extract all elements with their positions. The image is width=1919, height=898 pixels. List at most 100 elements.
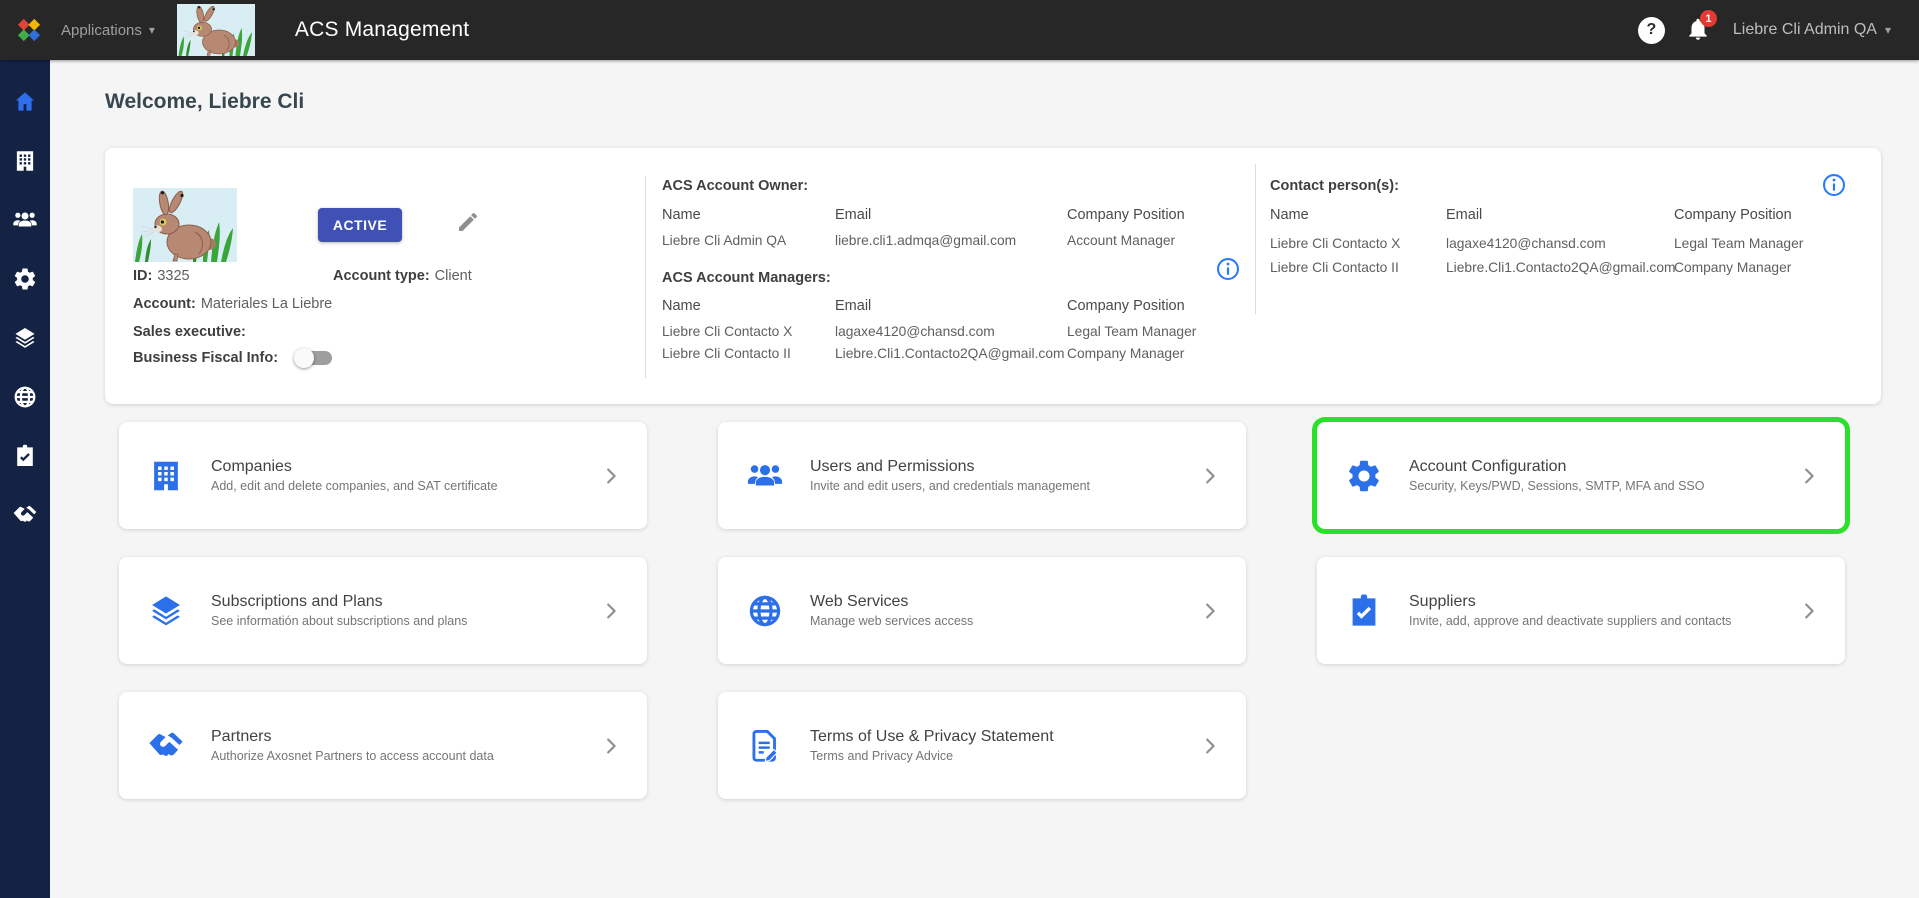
home-icon: [15, 92, 35, 111]
document-edit-icon: [746, 727, 784, 765]
account-type-value: Client: [434, 268, 472, 284]
header-email: Email: [835, 207, 872, 223]
id-value: 3325: [157, 268, 190, 284]
card-subtitle: Invite, add, approve and deactivate supp…: [1409, 614, 1732, 628]
owner-position: Account Manager: [1067, 233, 1176, 248]
card-subtitle: Invite and edit users, and credentials m…: [810, 479, 1091, 493]
contact-position: Company Manager: [1674, 260, 1792, 275]
card-users-and-permissions[interactable]: Users and Permissions Invite and edit use…: [718, 422, 1246, 529]
card-subtitle: Security, Keys/PWD, Sessions, SMTP, MFA …: [1409, 479, 1705, 493]
card-title: Account Configuration: [1409, 458, 1567, 475]
info-icon: [1823, 174, 1845, 196]
card-partners[interactable]: Partners Authorize Axosnet Partners to ac…: [119, 692, 647, 799]
handshake-icon: [13, 505, 37, 522]
card-web-services[interactable]: Web Services Manage web services access: [718, 557, 1246, 664]
card-terms-of-use[interactable]: Terms of Use & Privacy Statement Terms an…: [718, 692, 1246, 799]
sidebar-item-account-configuration[interactable]: [11, 265, 39, 293]
help-button[interactable]: ?: [1637, 16, 1665, 44]
users-icon: [13, 212, 37, 227]
header-name: Name: [1270, 207, 1309, 223]
handshake-icon: [147, 727, 185, 765]
card-account-configuration[interactable]: Account Configuration Security, Keys/PWD,…: [1317, 422, 1845, 529]
sidebar-item-subscriptions[interactable]: [11, 324, 39, 352]
gear-icon: [1345, 457, 1383, 495]
edit-account-button[interactable]: [455, 210, 481, 236]
globe-icon: [14, 386, 36, 408]
chevron-down-icon: ▾: [148, 23, 155, 37]
sidebar-item-users[interactable]: [11, 206, 39, 234]
sales-executive-label: Sales executive:: [133, 324, 246, 340]
contact-row: Liebre Cli Contacto II Liebre.Cli1.Conta…: [1270, 260, 1870, 275]
header-name: Name: [662, 298, 701, 314]
account-avatar-image: [133, 188, 237, 262]
card-title: Companies: [211, 458, 292, 475]
account-rabbit-logo: [176, 4, 255, 56]
user-name: Liebre Cli Admin QA: [1732, 21, 1877, 38]
sidebar-item-web-services[interactable]: [11, 383, 39, 411]
account-name-field: Account: Materiales La Liebre: [133, 296, 332, 312]
toggle-knob: [294, 348, 315, 368]
card-title: Web Services: [810, 593, 909, 610]
account-value: Materiales La Liebre: [200, 296, 333, 312]
header-email: Email: [835, 298, 872, 314]
header-name: Name: [662, 207, 701, 223]
question-mark-icon: ?: [1646, 21, 1657, 38]
page-title: Welcome, Liebre Cli: [105, 90, 305, 113]
id-label: ID:: [133, 268, 153, 284]
contact-row: Liebre Cli Contacto X lagaxe4120@chansd.…: [1270, 236, 1870, 251]
chevron-right-icon: [1206, 602, 1215, 619]
chevron-right-icon: [607, 468, 616, 483]
card-subtitle: See informatión about subscriptions and …: [211, 614, 468, 628]
clipboard-check-icon: [1345, 592, 1383, 630]
building-icon: [147, 457, 185, 495]
card-companies[interactable]: Companies Add, edit and delete companies,…: [119, 422, 647, 529]
contacts-table-header: Name Email Company Position: [1270, 207, 1870, 223]
manager-position: Legal Team Manager: [1067, 324, 1197, 339]
notifications-button[interactable]: 1: [1685, 10, 1717, 44]
card-title: Users and Permissions: [810, 458, 975, 475]
building-icon: [16, 151, 34, 171]
card-title: Suppliers: [1409, 593, 1476, 610]
managers-info-button[interactable]: [1215, 256, 1241, 282]
header-company-position: Company Position: [1067, 207, 1185, 223]
owner-email: liebre.cli1.admqa@gmail.com: [835, 233, 1017, 248]
business-fiscal-toggle[interactable]: [294, 348, 333, 368]
contact-email: lagaxe4120@chansd.com: [1446, 236, 1606, 251]
sidebar-item-home[interactable]: [11, 88, 39, 116]
owner-name: Liebre Cli Admin QA: [662, 233, 787, 248]
sidebar-item-partners[interactable]: [11, 501, 39, 529]
status-badge[interactable]: ACTIVE: [318, 208, 402, 242]
card-suppliers[interactable]: Suppliers Invite, add, approve and deacti…: [1317, 557, 1845, 664]
card-subscriptions-and-plans[interactable]: Subscriptions and Plans See informatión a…: [119, 557, 647, 664]
contact-name: Liebre Cli Contacto X: [1270, 236, 1401, 251]
globe-icon: [746, 592, 784, 630]
sidebar-item-suppliers[interactable]: [11, 442, 39, 470]
contact-position: Legal Team Manager: [1674, 236, 1804, 251]
chevron-right-icon: [1805, 468, 1814, 483]
card-subtitle: Authorize Axosnet Partners to access acc…: [211, 749, 494, 763]
manager-row: Liebre Cli Contacto X lagaxe4120@chansd.…: [662, 324, 1222, 339]
contacts-info-button[interactable]: [1821, 172, 1847, 198]
pencil-icon: [459, 212, 478, 231]
card-subtitle: Terms and Privacy Advice: [810, 749, 954, 763]
vertical-divider: [1255, 164, 1256, 314]
applications-menu[interactable]: Applications ▾: [61, 22, 155, 39]
card-subtitle: Manage web services access: [810, 614, 974, 628]
axosnet-logo-icon: [17, 18, 41, 42]
header-company-position: Company Position: [1674, 207, 1792, 223]
managers-section-title: ACS Account Managers:: [662, 270, 831, 286]
sidebar-item-companies[interactable]: [11, 147, 39, 175]
top-bar: Applications ▾ ACS Management ? 1 Liebre…: [0, 0, 1919, 60]
user-menu[interactable]: Liebre Cli Admin QA ▾: [1733, 21, 1891, 39]
app-title: ACS Management: [294, 18, 470, 41]
applications-label: Applications: [61, 21, 142, 39]
owner-section-title: ACS Account Owner:: [662, 178, 809, 194]
layers-icon: [147, 592, 185, 630]
manager-position: Company Manager: [1067, 346, 1185, 361]
header-email: Email: [1446, 207, 1483, 223]
account-id-field: ID: 3325: [133, 268, 190, 284]
navigation-cards-grid: Companies Add, edit and delete companies,…: [119, 422, 1845, 799]
clipboard-check-icon: [17, 444, 33, 466]
header-company-position: Company Position: [1067, 298, 1185, 314]
sidebar: [0, 60, 50, 898]
